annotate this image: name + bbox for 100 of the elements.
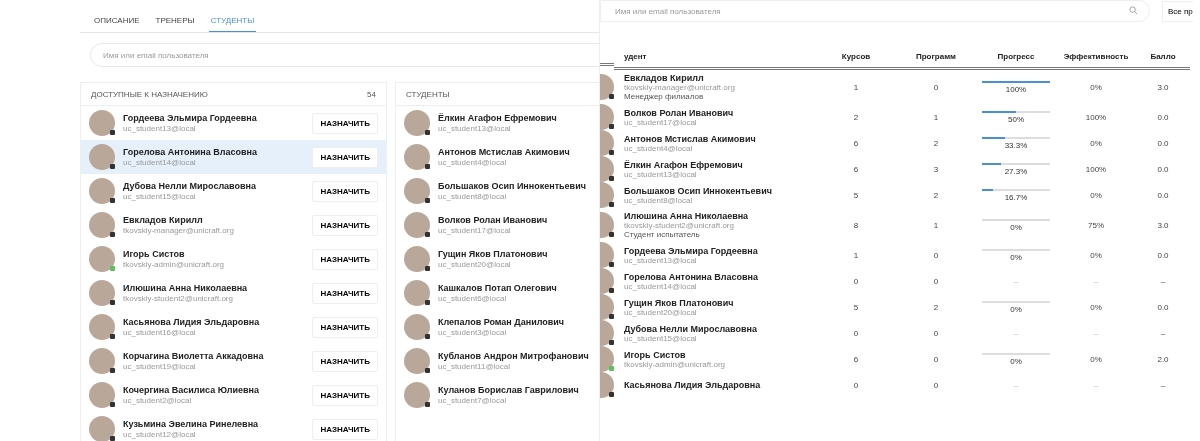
user-name: Гущин Яков Платонович <box>624 297 735 308</box>
user-email: uc_student12@local <box>123 430 197 439</box>
user-email: tkovskiy-student2@unicraft.org <box>624 221 735 230</box>
table-cell-text: 75% <box>1087 220 1105 230</box>
column-header: Прогресс <box>976 48 1056 70</box>
user-email: uc_student11@local <box>438 362 512 371</box>
user-email: uc_student13@local <box>624 169 697 179</box>
user-role: Менеджер филиалов <box>624 92 705 101</box>
assign-button[interactable]: НАЗНАЧИТЬ <box>312 214 378 236</box>
user-name: Илюшина Анна Николаевна <box>123 283 249 293</box>
user-name: Ёлкин Агафон Ефремович <box>624 159 744 170</box>
table-cell-text: 0.0 <box>1156 138 1170 148</box>
table-cell-text: 0% <box>1089 302 1103 312</box>
assign-button[interactable]: НАЗНАЧИТЬ <box>312 282 378 304</box>
count: 54 <box>367 89 376 99</box>
user-name: Гордеева Эльмира Гордеевна <box>624 245 759 256</box>
table-cell-text: 3 <box>932 164 940 174</box>
assign-button[interactable]: НАЗНАЧИТЬ <box>312 418 378 440</box>
user-name: Волков Ролан Иванович <box>438 215 549 225</box>
table-cell-text: 5 <box>852 190 860 200</box>
user-email: tkovskiy-manager@unicraft.org <box>123 226 235 235</box>
user-row[interactable]: Дубова Нелли Мирославовна uc_student15@local НАЗНАЧИТЬ <box>81 174 386 208</box>
user-row[interactable]: Илюшина Анна Николаевна tkovskiy-student2@unicraft.org НАЗНАЧИТЬ <box>81 276 386 310</box>
table-cell-text: – <box>1159 380 1167 390</box>
user-row[interactable]: Игорь Систов tkovskiy-admin@unicraft.org НАЗНАЧИТЬ <box>81 242 386 276</box>
user-email: uc_student15@local <box>123 192 197 201</box>
user-row[interactable]: Кочергина Василиса Юлиевна uc_student2@local НАЗНАЧИТЬ <box>81 378 386 412</box>
user-email: uc_student14@local <box>624 281 698 291</box>
user-name: Дубова Нелли Мирославовна <box>123 181 257 191</box>
user-role: Студент испытатель <box>624 230 701 239</box>
table-cell-text: 0% <box>1089 138 1103 148</box>
user-row[interactable]: Корчагина Виолетта Аккадовна uc_student19@local НАЗНАЧИТЬ <box>81 344 386 378</box>
user-name: Евкладов Кирилл <box>123 215 204 225</box>
card-title: ДОСТУПНЫЕ К НАЗНАЧЕНИЮ <box>91 89 208 99</box>
table-cell-text: 0 <box>932 354 940 364</box>
column-header: Курсов <box>816 48 896 70</box>
tab[interactable]: ТРЕНЕРЫ <box>153 14 197 32</box>
user-email: uc_student13@local <box>438 124 512 133</box>
progress-label: 0% <box>1010 304 1022 314</box>
user-name: Куланов Борислав Гаврилович <box>438 385 580 395</box>
table-cell-text: 100% <box>1084 112 1108 122</box>
assign-button[interactable]: НАЗНАЧИТЬ <box>312 180 378 202</box>
progress-bar <box>982 110 1050 113</box>
filter-button[interactable]: Все пр <box>1162 0 1193 22</box>
table-cell-text: 0% <box>1089 82 1103 92</box>
column-header: Эффективность <box>1056 48 1136 70</box>
tab[interactable]: ОПИСАНИЕ <box>92 14 142 32</box>
table-cell-text: 0 <box>932 380 940 390</box>
table-cell-text: 0% <box>1089 250 1103 260</box>
card-title: СТУДЕНТЫ <box>406 89 450 99</box>
table-cell-text: 0 <box>852 380 860 390</box>
table-cell-text: 1 <box>932 112 940 122</box>
assign-button[interactable]: НАЗНАЧИТЬ <box>312 384 378 406</box>
table-cell-text: 8 <box>852 220 860 230</box>
assign-button[interactable]: НАЗНАЧИТЬ <box>312 248 378 270</box>
table-cell-text: 0.0 <box>1156 164 1170 174</box>
tab[interactable]: СТУДЕНТЫ <box>208 14 257 32</box>
table-cell-text: 1 <box>932 220 940 230</box>
user-email: uc_student15@local <box>624 333 697 343</box>
assign-button[interactable]: НАЗНАЧИТЬ <box>312 146 378 168</box>
table-cell-text: 0 <box>932 328 940 338</box>
user-name: Кашкалов Потап Олегович <box>438 283 558 293</box>
user-row[interactable]: Кузьмина Эвелина Ринелевна uc_student12@local НАЗНАЧИТЬ <box>81 412 386 441</box>
table-cell-text: 0 <box>852 276 860 286</box>
search-field[interactable]: Имя или email пользователя <box>600 0 1150 22</box>
assign-button[interactable]: НАЗНАЧИТЬ <box>312 316 378 338</box>
progress-label: 0% <box>1010 222 1022 232</box>
table-cell-text: 0.0 <box>1156 190 1170 200</box>
user-email: uc_student20@local <box>624 307 698 317</box>
user-email: uc_student7@local <box>438 396 508 405</box>
progress-bar <box>982 188 1050 191</box>
progress-bar <box>982 136 1050 139</box>
search-icon <box>1129 6 1138 15</box>
user-email: uc_student13@local <box>624 255 697 265</box>
table-cell-text: – <box>1012 328 1020 338</box>
table-cell-text: 5 <box>852 302 860 312</box>
user-name: Горелова Антонина Власовна <box>123 147 258 157</box>
table-cell-text: – <box>1092 276 1100 286</box>
user-email: uc_student14@local <box>123 158 197 167</box>
assign-button[interactable]: НАЗНАЧИТЬ <box>312 112 378 134</box>
column-header: удент <box>614 48 816 70</box>
user-name: Кубланов Андрон Митрофанович <box>438 351 590 361</box>
user-email: uc_student17@local <box>624 117 698 127</box>
user-name: Волков Ролан Иванович <box>624 107 735 118</box>
search-field[interactable]: Имя или email пользователя <box>90 43 599 67</box>
user-row[interactable]: Горелова Антонина Власовна uc_student14@local НАЗНАЧИТЬ <box>81 140 386 174</box>
progress-label: 50% <box>1008 114 1024 124</box>
user-row[interactable]: Евкладов Кирилл tkovskiy-manager@unicraft.org НАЗНАЧИТЬ <box>81 208 386 242</box>
user-email: uc_student4@local <box>624 143 694 153</box>
table-cell-text: – <box>1159 276 1167 286</box>
progress-label: 33.3% <box>1004 140 1028 150</box>
column-header: Программ <box>896 48 976 70</box>
user-email: uc_student13@local <box>123 124 197 133</box>
user-email: uc_student3@local <box>438 328 508 337</box>
user-row[interactable]: Касьянова Лидия Эльдаровна uc_student16@local НАЗНАЧИТЬ <box>81 310 386 344</box>
user-email: uc_student2@local <box>123 396 193 405</box>
user-row[interactable]: Гордеева Эльмира Гордеевна uc_student13@local НАЗНАЧИТЬ <box>81 106 386 140</box>
user-email: uc_student16@local <box>123 328 197 337</box>
assign-button[interactable]: НАЗНАЧИТЬ <box>312 350 378 372</box>
table-cell-text: – <box>1012 276 1020 286</box>
